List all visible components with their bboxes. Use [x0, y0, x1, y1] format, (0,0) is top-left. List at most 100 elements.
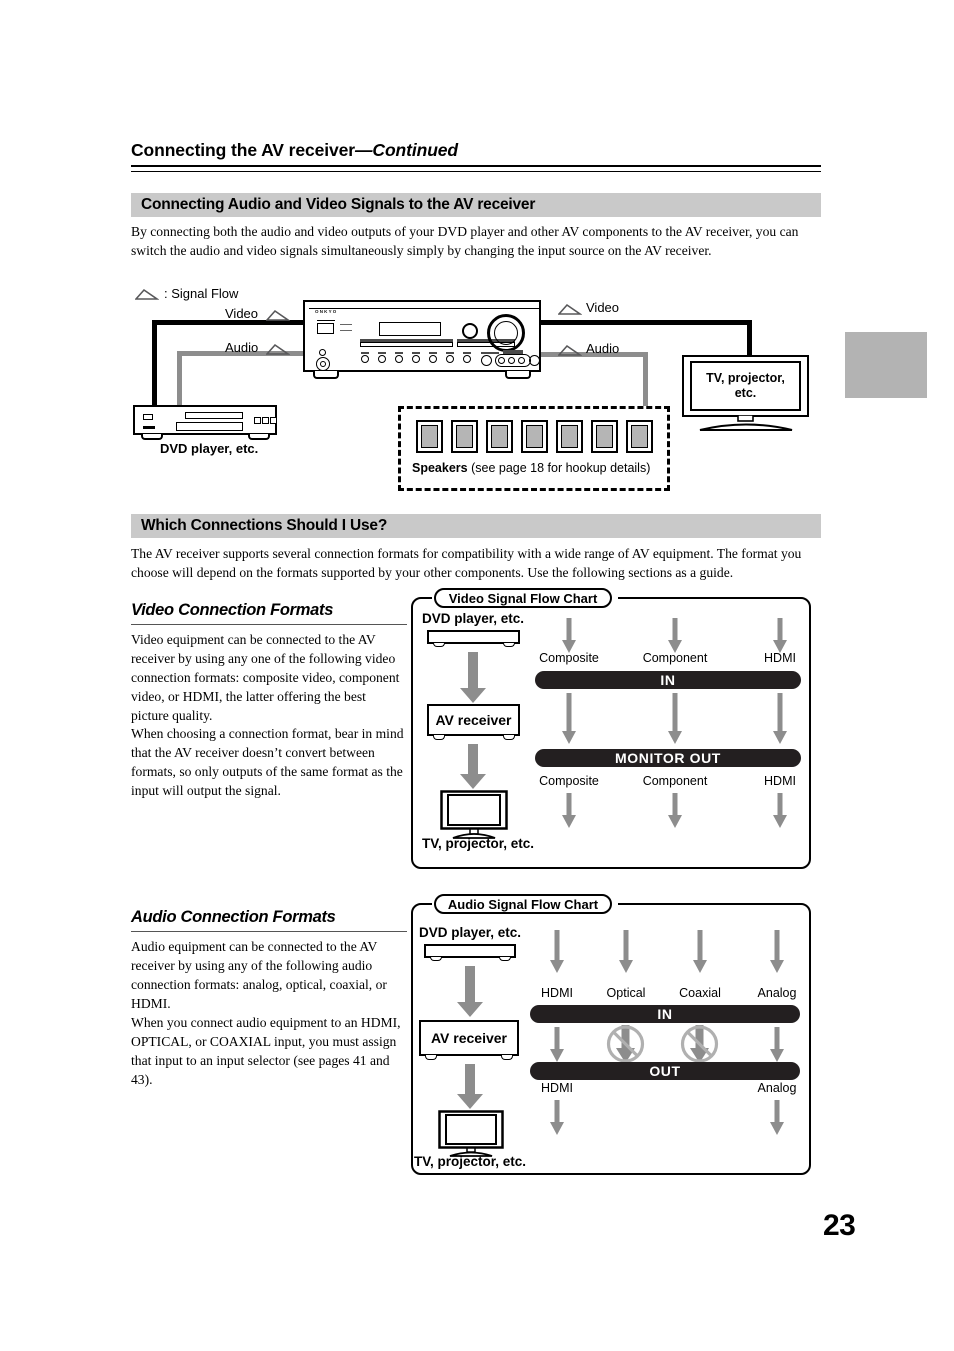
section-body-which-connections: The AV receiver supports several connect… — [131, 546, 802, 580]
dvd-foot-right — [248, 434, 270, 440]
speaker — [556, 420, 583, 453]
receiver-indicator-line-1 — [340, 324, 352, 325]
audio-chart-arrow-dvd-to-receiver — [457, 966, 483, 1017]
audio-chart-receiver-foot-left — [425, 1055, 437, 1060]
dvd-foot-left — [141, 434, 163, 440]
receiver-front-button — [378, 355, 386, 363]
audio-chart-in-format-analog: Analog — [757, 986, 797, 1000]
label-audio-left: Audio — [225, 340, 259, 355]
receiver-display — [379, 322, 441, 336]
receiver-button-label — [412, 352, 420, 354]
receiver-front-button — [463, 355, 471, 363]
audio-chart-out-bus: OUT — [530, 1062, 800, 1080]
video-chart-in-format-component: Component — [642, 651, 708, 665]
receiver-front-button — [446, 355, 454, 363]
video-chart-source-label: DVD player, etc. — [422, 611, 525, 626]
speaker — [626, 420, 653, 453]
video-chart-title: Video Signal Flow Chart — [434, 588, 612, 608]
video-chart-out-arrow-hdmi — [773, 793, 787, 828]
audio-chart-receiver-icon: AV receiver — [419, 1020, 519, 1056]
audio-chart-dvd-icon — [424, 944, 516, 958]
dvd-indicator — [143, 414, 153, 420]
video-chart-out-format-hdmi: HDMI — [764, 774, 796, 788]
receiver-front-button — [412, 355, 420, 363]
receiver-button-label — [446, 352, 454, 354]
receiver-front-button — [395, 355, 403, 363]
receiver-volume-knob-inner — [494, 321, 518, 345]
speakers-caption-bold: Speakers — [412, 461, 468, 475]
receiver-phones-jack-inner — [320, 361, 326, 367]
dvd-button — [254, 417, 261, 424]
audio-chart-sink-label: TV, projector, etc. — [414, 1154, 527, 1169]
video-chart-in-arrow-hdmi — [773, 618, 787, 653]
audio-chart-in-bus: IN — [530, 1005, 800, 1023]
subheading-video-connection-formats: Video Connection Formats — [131, 601, 334, 619]
audio-chart-receiver-foot-right — [501, 1055, 513, 1060]
speaker-cone — [491, 425, 508, 448]
video-formats-paragraph-2: When choosing a connection format, bear … — [131, 726, 404, 798]
receiver-button-label — [463, 352, 471, 354]
audio-chart-title: Audio Signal Flow Chart — [434, 894, 612, 914]
wire-video-right-vertical — [747, 320, 752, 358]
receiver-top-line — [309, 308, 539, 309]
signal-flow-icon — [135, 288, 159, 300]
receiver-power-button — [317, 323, 334, 334]
receiver-input-button-strip — [360, 342, 453, 347]
signal-flow-icon-video-right — [558, 303, 582, 315]
manual-page: Connecting the AV receiver—Continued Con… — [0, 0, 954, 1351]
video-chart-dvd-icon — [427, 630, 520, 644]
signal-flow-icon-audio-left — [266, 343, 290, 355]
video-chart-in-format-composite: Composite — [539, 651, 599, 665]
receiver-power-label-line — [317, 320, 335, 321]
receiver-jack-small — [319, 349, 326, 356]
receiver-jack — [518, 357, 525, 364]
video-chart-receiver-foot-right — [503, 735, 515, 740]
dvd-tray-upper — [185, 412, 243, 419]
audio-chart-in-format-coaxial: Coaxial — [679, 986, 721, 1000]
running-head-main: Connecting the AV receiver — [131, 140, 355, 160]
video-formats-paragraph-1: Video equipment can be connected to the … — [131, 632, 400, 723]
audio-chart-mid-arrow-hdmi — [550, 1027, 564, 1062]
video-chart-out-format-composite: Composite — [539, 774, 599, 788]
wire-video-right-horizontal — [540, 320, 752, 325]
speaker-cone — [456, 425, 473, 448]
receiver-foot-right — [505, 371, 531, 379]
receiver-brand-logo: ONKYO — [315, 309, 338, 314]
video-chart-arrow-dvd-to-receiver — [460, 652, 486, 703]
audio-formats-paragraph-2: When you connect audio equipment to an H… — [131, 1015, 401, 1087]
audio-chart-mid-arrow-analog — [770, 1027, 784, 1062]
section-header-av-signals: Connecting Audio and Video Signals to th… — [131, 193, 821, 217]
av-receiver-illustration: ONKYO — [303, 300, 541, 372]
video-chart-receiver-icon: AV receiver — [427, 704, 520, 736]
receiver-indicator-line-2 — [340, 330, 352, 331]
receiver-button-label — [361, 352, 369, 354]
header-rule — [131, 165, 821, 172]
speaker-cone — [526, 425, 543, 448]
speaker — [521, 420, 548, 453]
audio-chart-in-format-hdmi: HDMI — [541, 986, 573, 1000]
tv-screen-label: TV, projector, etc. — [706, 371, 785, 400]
video-chart-out-arrow-composite — [562, 793, 576, 828]
subheading-rule-video — [131, 624, 407, 625]
video-chart-tv-icon — [440, 790, 508, 839]
video-chart-out-bus: MONITOR OUT — [535, 749, 801, 767]
video-chart-receiver-foot-left — [433, 735, 445, 740]
running-head: Connecting the AV receiver—Continued — [131, 140, 821, 161]
section-title-av-signals: Connecting Audio and Video Signals to th… — [141, 196, 536, 213]
running-head-continued: —Continued — [355, 140, 459, 160]
wire-audio-right-vertical — [643, 352, 648, 410]
signal-flow-icon-audio-right — [558, 344, 582, 356]
receiver-jack-label-left — [481, 352, 499, 354]
receiver-small-knob — [462, 323, 478, 339]
receiver-video-input-jack — [481, 355, 492, 366]
receiver-button-label — [378, 352, 386, 354]
subheading-rule-audio — [131, 931, 407, 932]
thumb-tab — [845, 332, 927, 398]
dvd-player-illustration — [133, 405, 277, 435]
audio-chart-receiver-label: AV receiver — [430, 1030, 507, 1046]
label-video-right: Video — [586, 300, 620, 315]
audio-formats-paragraph-1: Audio equipment can be connected to the … — [131, 939, 387, 1011]
receiver-button-label — [429, 352, 437, 354]
audio-chart-out-format-analog: Analog — [757, 1081, 797, 1095]
receiver-jack-right — [529, 355, 540, 366]
